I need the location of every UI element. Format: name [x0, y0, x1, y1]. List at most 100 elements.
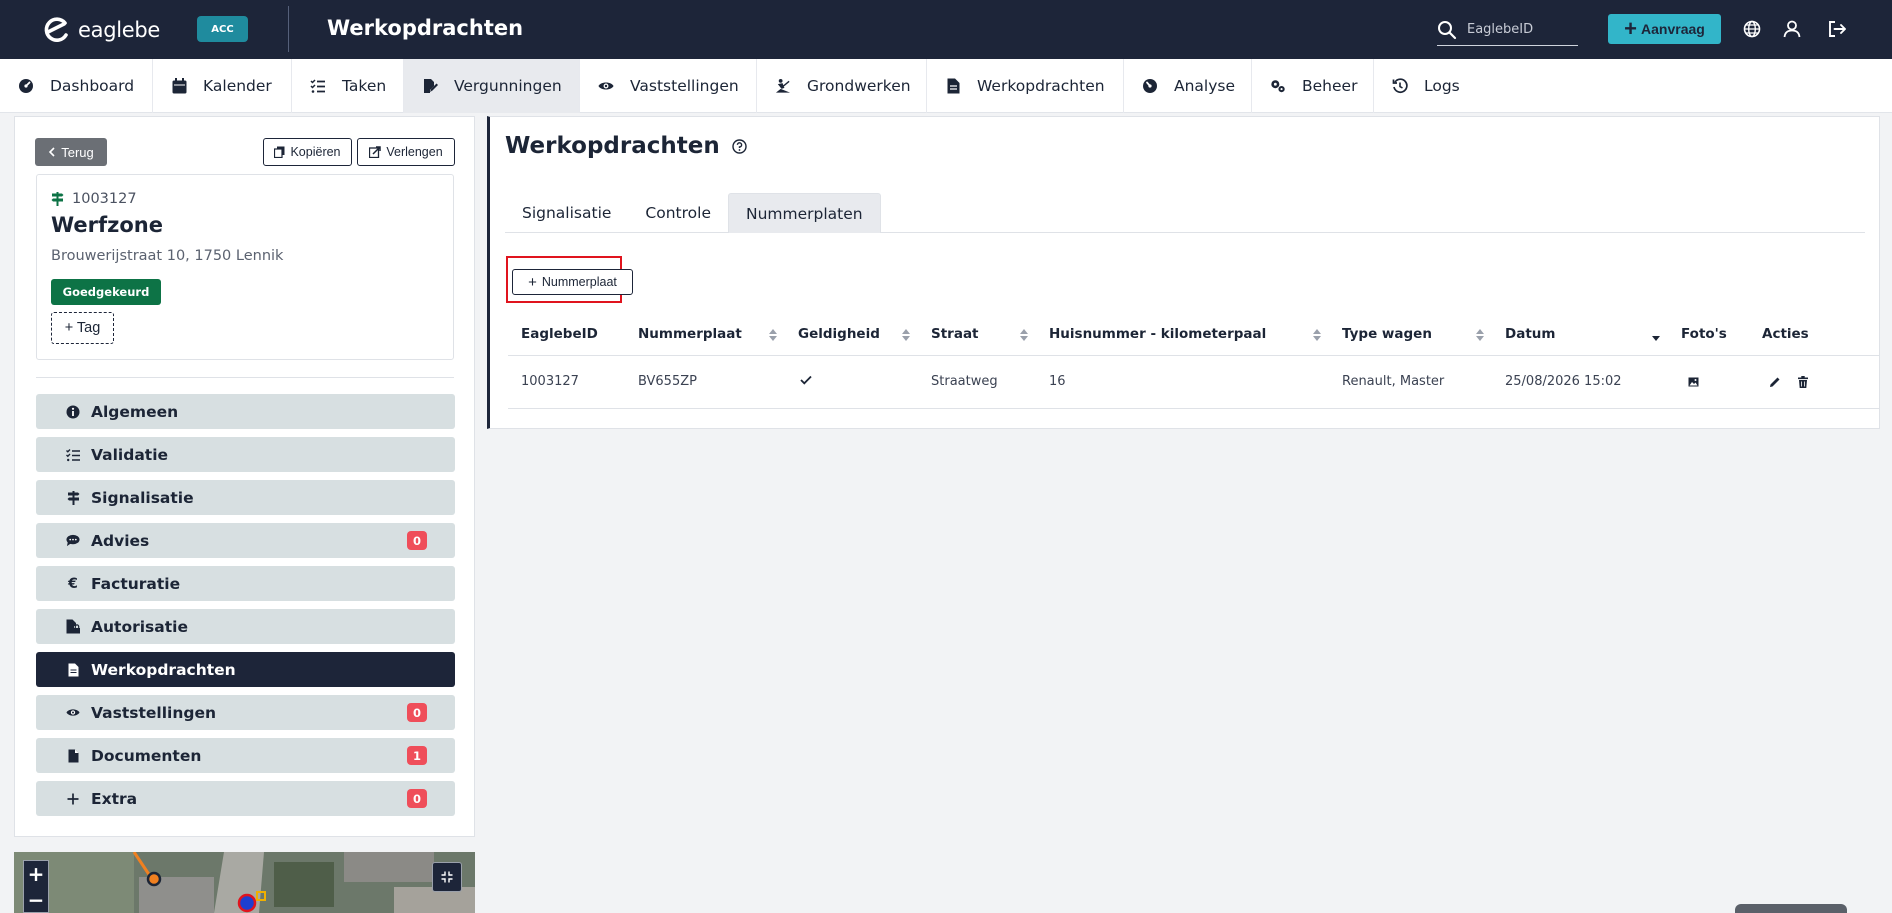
trash-icon[interactable]: [1798, 375, 1809, 388]
nav-kalender[interactable]: Kalender: [153, 59, 292, 113]
app-logo[interactable]: eaglebe: [40, 14, 160, 46]
menu-item-extra[interactable]: Extra 0: [36, 781, 455, 816]
permit-id-value: 1003127: [72, 191, 137, 207]
check-icon: [800, 375, 812, 385]
back-label: Terug: [61, 144, 94, 160]
main-navigation: Dashboard Kalender Taken Vergunningen Va…: [0, 59, 1892, 113]
column-header-photos: Foto's: [1668, 314, 1749, 356]
extend-label: Verlengen: [386, 145, 443, 159]
section-title-text: Werkopdrachten: [505, 133, 720, 159]
sort-icon: [1313, 329, 1321, 341]
column-header-plate[interactable]: Nummerplaat: [625, 314, 785, 356]
menu-item-facturatie[interactable]: € Facturatie: [36, 566, 455, 601]
tab-bar: Signalisatie Controle Nummerplaten: [505, 193, 1865, 233]
menu-item-documenten[interactable]: Documenten 1: [36, 738, 455, 773]
column-header-validity[interactable]: Geldigheid: [785, 314, 918, 356]
menu-item-label: Signalisatie: [91, 488, 194, 507]
nav-dashboard[interactable]: Dashboard: [0, 59, 153, 113]
search-input[interactable]: [1467, 22, 1567, 37]
menu-item-validatie[interactable]: Validatie: [36, 437, 455, 472]
cogs-icon: [1270, 78, 1286, 94]
tab-signalisatie[interactable]: Signalisatie: [505, 193, 628, 233]
nav-beheer[interactable]: Beheer: [1252, 59, 1374, 113]
menu-item-vaststellingen[interactable]: Vaststellingen 0: [36, 695, 455, 730]
map-tiles: [14, 852, 475, 913]
eye-icon: [66, 706, 80, 720]
menu-item-werkopdrachten[interactable]: Werkopdrachten: [36, 652, 455, 687]
info-icon: [66, 405, 80, 419]
nav-analyse[interactable]: Analyse: [1124, 59, 1252, 113]
nav-label: Vaststellingen: [630, 77, 739, 95]
nav-label: Beheer: [1302, 77, 1358, 95]
zoom-in-button[interactable]: +: [24, 861, 48, 887]
collapse-icon: [441, 871, 453, 883]
column-header-eaglebe-id[interactable]: EaglebeID: [508, 314, 625, 356]
menu-item-label: Advies: [91, 531, 150, 550]
file-icon: [66, 749, 80, 763]
license-plates-table: EaglebeID Nummerplaat Geldigheid Straat …: [508, 314, 1880, 409]
nav-grondwerken[interactable]: Grondwerken: [757, 59, 927, 113]
logo-text: eaglebe: [78, 18, 161, 42]
zoom-out-button[interactable]: −: [24, 887, 48, 913]
nav-werkopdrachten[interactable]: Werkopdrachten: [927, 59, 1124, 113]
nav-logs[interactable]: Logs: [1374, 59, 1478, 113]
search-icon[interactable]: [1437, 20, 1457, 40]
tasks-icon: [310, 78, 326, 94]
menu-item-algemeen[interactable]: Algemeen: [36, 394, 455, 429]
nav-taken[interactable]: Taken: [292, 59, 404, 113]
menu-item-label: Werkopdrachten: [91, 660, 236, 679]
menu-item-signalisatie[interactable]: Signalisatie: [36, 480, 455, 515]
menu-item-autorisatie[interactable]: Autorisatie: [36, 609, 455, 644]
column-header-actions: Acties: [1749, 314, 1880, 356]
plus-icon: +: [528, 273, 537, 291]
permit-card: 1003127 Werfzone Brouwerijstraat 10, 175…: [36, 174, 454, 360]
divider: [36, 377, 454, 378]
back-button[interactable]: Terug: [35, 138, 107, 166]
copy-button[interactable]: Kopiëren: [263, 138, 352, 166]
edit-icon[interactable]: [1769, 376, 1781, 388]
menu-item-label: Documenten: [91, 746, 202, 765]
nav-vergunningen[interactable]: Vergunningen: [404, 59, 580, 113]
nav-label: Analyse: [1174, 77, 1236, 95]
extend-button[interactable]: Verlengen: [357, 138, 455, 166]
user-icon[interactable]: [1781, 18, 1803, 40]
menu-item-advies[interactable]: Advies 0: [36, 523, 455, 558]
cell-actions: [1749, 355, 1880, 409]
logout-icon[interactable]: [1826, 18, 1848, 40]
table-row[interactable]: 1003127 BV655ZP Straatweg 16 Renault, Ma…: [508, 355, 1880, 409]
help-icon[interactable]: [732, 138, 747, 154]
column-header-street[interactable]: Straat: [918, 314, 1036, 356]
nav-label: Werkopdrachten: [977, 77, 1105, 95]
fullscreen-button[interactable]: [432, 862, 462, 892]
cell-house-number: 16: [1036, 355, 1329, 409]
add-license-plate-button[interactable]: + Nummerplaat: [512, 269, 633, 295]
add-tag-button[interactable]: + Tag: [51, 312, 114, 344]
column-header-house-number[interactable]: Huisnummer - kilometerpaal: [1036, 314, 1329, 356]
dashboard-icon: [18, 78, 34, 94]
nav-label: Vergunningen: [454, 77, 562, 95]
chevron-left-icon: [48, 147, 55, 157]
search-box: [1437, 14, 1578, 46]
menu-item-label: Autorisatie: [91, 617, 188, 636]
gauge-icon: [1142, 78, 1158, 94]
cell-vehicle-type: Renault, Master: [1329, 355, 1492, 409]
tab-nummerplaten[interactable]: Nummerplaten: [728, 193, 881, 233]
nav-label: Grondwerken: [807, 77, 911, 95]
comments-icon: [66, 534, 80, 548]
plus-icon: +: [1624, 16, 1638, 41]
sort-icon: [902, 329, 910, 341]
nav-label: Kalender: [203, 77, 272, 95]
nav-vaststellingen[interactable]: Vaststellingen: [580, 59, 757, 113]
image-icon[interactable]: [1688, 377, 1699, 387]
cell-plate: BV655ZP: [625, 355, 785, 409]
new-request-button[interactable]: + Aanvraag: [1608, 14, 1721, 44]
globe-icon[interactable]: [1741, 18, 1763, 40]
column-header-date[interactable]: Datum: [1492, 314, 1668, 356]
nav-label: Logs: [1424, 77, 1460, 95]
tab-controle[interactable]: Controle: [628, 193, 728, 233]
column-header-vehicle-type[interactable]: Type wagen: [1329, 314, 1492, 356]
digging-icon: [775, 78, 791, 94]
location-map[interactable]: + −: [14, 852, 475, 913]
calendar-icon: [171, 78, 187, 94]
floating-widget[interactable]: [1735, 904, 1847, 913]
